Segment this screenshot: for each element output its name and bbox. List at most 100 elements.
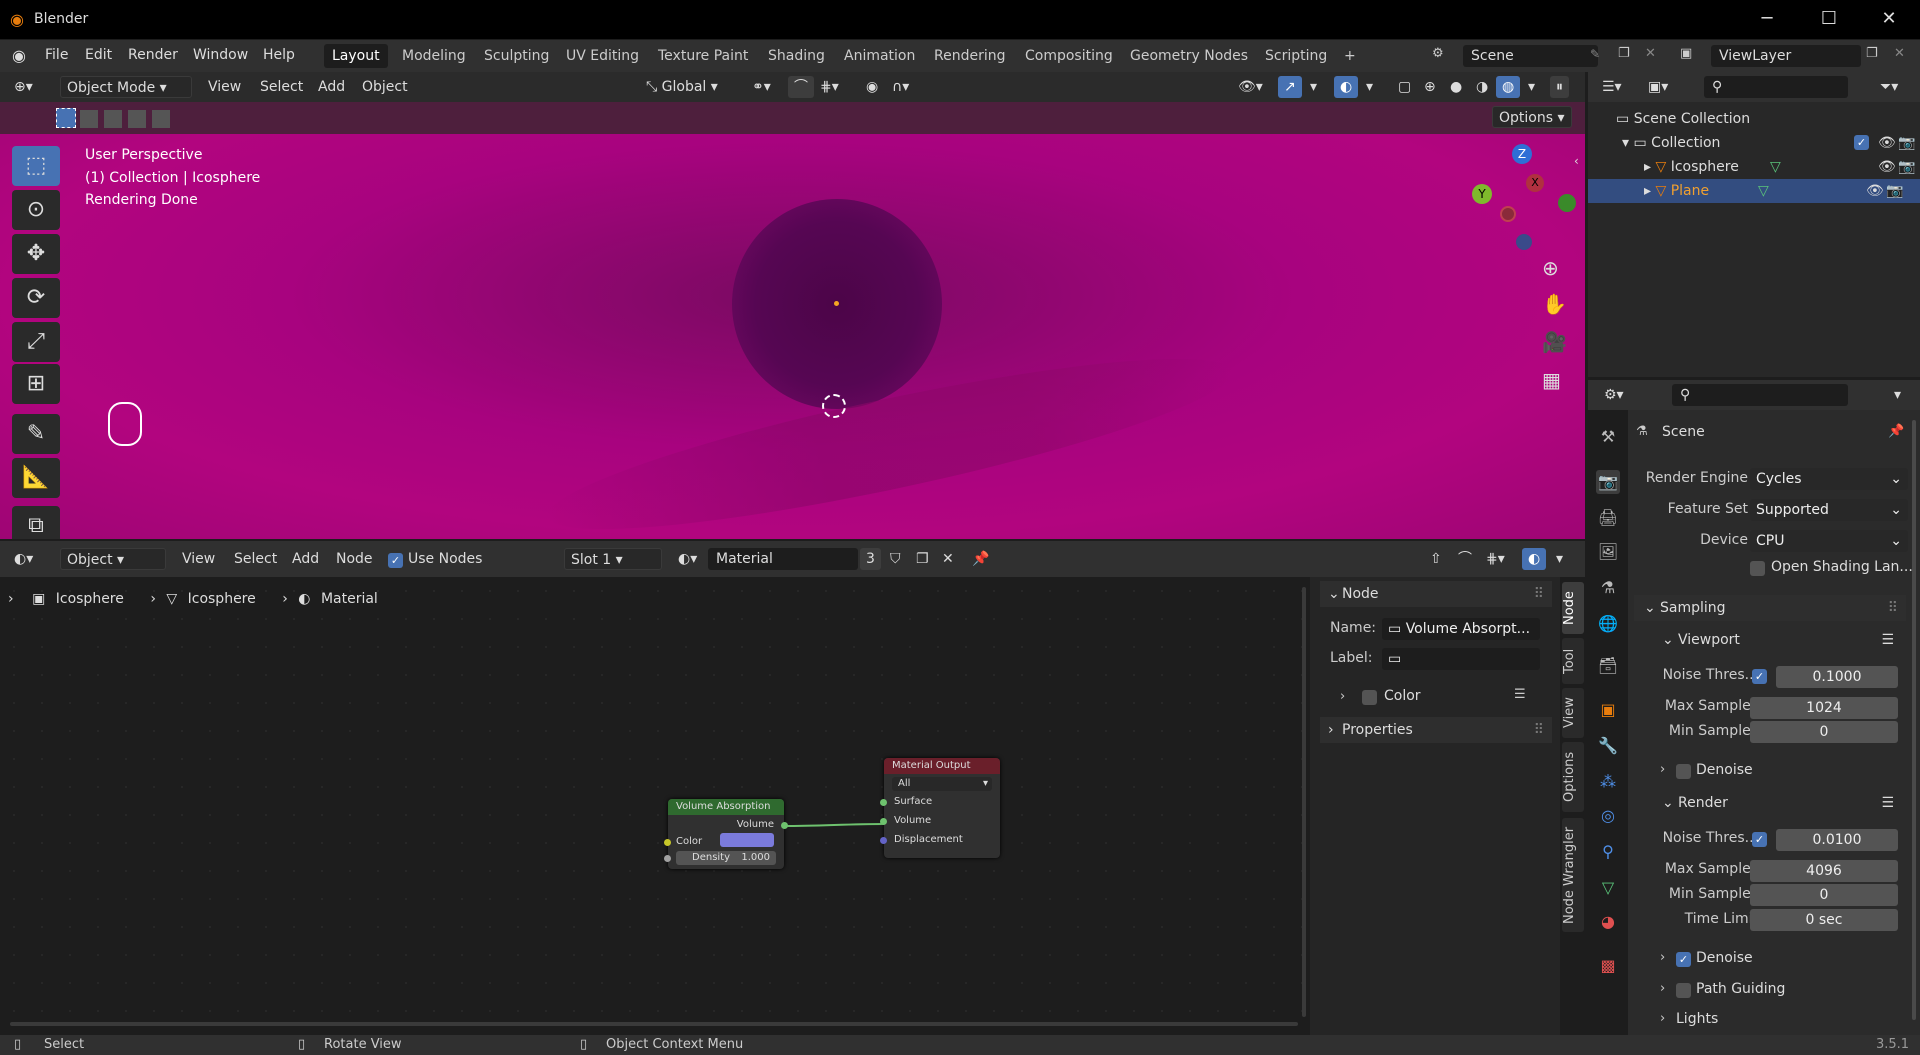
select-new-icon[interactable] bbox=[56, 108, 76, 128]
snap-icon[interactable]: ⌒ bbox=[788, 76, 814, 98]
scene-collection-row[interactable]: ▭ Scene Collection bbox=[1616, 107, 1750, 131]
falloff-icon[interactable]: ∩▾ bbox=[886, 76, 915, 98]
drag-handle-icon[interactable]: ⠿ bbox=[1534, 581, 1544, 607]
expand-icon[interactable]: ▾ bbox=[1622, 135, 1633, 151]
properties-options-icon[interactable]: ▾ bbox=[1888, 384, 1907, 406]
constraints-props-icon[interactable]: ⚲ bbox=[1596, 840, 1620, 864]
tool-props-icon[interactable]: ⚒ bbox=[1596, 425, 1620, 449]
rotate-tool[interactable]: ⟳ bbox=[12, 278, 60, 318]
viewlayer-icon[interactable]: ▣ bbox=[1680, 46, 1692, 61]
pause-render-icon[interactable]: ⏸ bbox=[1550, 76, 1569, 98]
eye-icon[interactable]: 👁 bbox=[1878, 155, 1896, 179]
color-presets-icon[interactable]: ☰ bbox=[1514, 687, 1526, 702]
tab-tool[interactable]: Tool bbox=[1562, 638, 1584, 684]
render-props-icon[interactable]: 📷 bbox=[1596, 470, 1620, 494]
chevron-right-icon[interactable]: › bbox=[1660, 950, 1665, 965]
displacement-input-socket[interactable] bbox=[880, 837, 887, 844]
volume-output-socket[interactable] bbox=[781, 822, 788, 829]
collection-props-icon[interactable]: 🗃 bbox=[1596, 654, 1620, 678]
vp-min-samples-field[interactable]: 0 bbox=[1750, 721, 1898, 743]
mesh-data-icon[interactable]: ▽ bbox=[1758, 179, 1769, 203]
filter-icon[interactable]: ⏷▾ bbox=[1874, 76, 1904, 98]
gizmo-neg-y[interactable] bbox=[1558, 194, 1576, 212]
r-denoise-checkbox[interactable]: ✓ bbox=[1676, 952, 1691, 967]
r-max-samples-field[interactable]: 4096 bbox=[1750, 860, 1898, 882]
render-subsection-header[interactable]: ⌄ Render ☰ bbox=[1656, 790, 1906, 816]
proportional-edit-icon[interactable]: ◉ bbox=[860, 76, 884, 98]
menu-file[interactable]: File bbox=[45, 47, 68, 63]
gizmo-dropdown-icon[interactable]: ▾ bbox=[1304, 76, 1323, 98]
scene-props-icon[interactable]: ⚗ bbox=[1596, 576, 1620, 600]
node-menu-add[interactable]: Add bbox=[286, 548, 325, 570]
sampling-section-header[interactable]: ⌄ Sampling ⠿ bbox=[1634, 595, 1906, 621]
delete-viewlayer-icon[interactable]: ✕ bbox=[1894, 46, 1905, 61]
shading-solid-icon[interactable]: ● bbox=[1444, 76, 1468, 98]
object-props-icon[interactable]: ▣ bbox=[1596, 698, 1620, 722]
annotate-tool[interactable]: ✎ bbox=[12, 414, 60, 454]
node-overlay-icon[interactable]: ◐ bbox=[1522, 548, 1547, 570]
outliner-type-icon[interactable]: ☰▾ bbox=[1596, 76, 1628, 98]
camera-icon[interactable]: 📷 bbox=[1886, 179, 1903, 203]
material-output-node[interactable]: Material Output All ▾ Surface Volume Disp… bbox=[880, 758, 1000, 858]
transform-tool[interactable]: ⊞ bbox=[12, 364, 60, 404]
scale-tool[interactable]: ⤢ bbox=[12, 322, 60, 362]
particles-props-icon[interactable]: ⁂ bbox=[1596, 770, 1620, 794]
tab-rendering[interactable]: Rendering bbox=[926, 44, 1014, 68]
3d-viewport[interactable]: User Perspective (1) Collection | Icosph… bbox=[0, 134, 1585, 539]
volume-absorption-header[interactable]: Volume Absorption bbox=[668, 799, 784, 815]
move-tool[interactable]: ✥ bbox=[12, 234, 60, 274]
output-props-icon[interactable]: 🖨 bbox=[1596, 506, 1620, 530]
select-invert-icon[interactable] bbox=[128, 110, 146, 128]
overlay-dropdown-icon[interactable]: ▾ bbox=[1360, 76, 1379, 98]
world-props-icon[interactable]: 🌐 bbox=[1596, 612, 1620, 636]
select-subtract-icon[interactable] bbox=[104, 110, 122, 128]
properties-scrollbar[interactable] bbox=[1912, 420, 1916, 1020]
vp-denoise-checkbox[interactable] bbox=[1676, 764, 1691, 779]
eye-icon[interactable]: 👁 bbox=[1866, 179, 1884, 203]
viewlayer-name-field[interactable]: ViewLayer bbox=[1711, 45, 1861, 67]
pivot-icon[interactable]: ⚭▾ bbox=[746, 76, 777, 98]
gizmo-x-axis[interactable]: X bbox=[1526, 174, 1544, 192]
menu-render[interactable]: Render bbox=[128, 47, 178, 63]
editor-type-icon[interactable]: ⊕▾ bbox=[8, 76, 39, 98]
parent-node-tree-icon[interactable]: ⇧ bbox=[1424, 548, 1448, 570]
modifier-props-icon[interactable]: 🔧 bbox=[1596, 734, 1620, 758]
data-props-icon[interactable]: ▽ bbox=[1596, 876, 1620, 900]
icosphere-row[interactable]: ▸ ▽ Icosphere ▽ 👁 📷 bbox=[1644, 155, 1915, 179]
r-noise-checkbox[interactable]: ✓ bbox=[1752, 832, 1767, 847]
select-intersect-icon[interactable] bbox=[152, 110, 170, 128]
3d-cursor[interactable] bbox=[822, 394, 846, 418]
new-scene-icon[interactable]: ❐ bbox=[1618, 46, 1630, 61]
menu-object[interactable]: Object bbox=[356, 76, 414, 98]
mode-dropdown[interactable]: Object Mode ▾ bbox=[60, 76, 192, 98]
menu-help[interactable]: Help bbox=[263, 47, 295, 63]
node-label-field[interactable]: ▭ bbox=[1382, 648, 1540, 670]
tab-shading[interactable]: Shading bbox=[760, 44, 833, 68]
presets-icon[interactable]: ☰ bbox=[1881, 627, 1894, 653]
path-guiding-checkbox[interactable] bbox=[1676, 983, 1691, 998]
chevron-right-icon[interactable]: › bbox=[1660, 981, 1665, 996]
gizmo-neg-x[interactable] bbox=[1500, 206, 1516, 222]
add-workspace-button[interactable]: + bbox=[1336, 44, 1364, 68]
tab-modeling[interactable]: Modeling bbox=[394, 44, 474, 68]
shading-dropdown-icon[interactable]: ▾ bbox=[1522, 76, 1541, 98]
select-box-tool[interactable]: ⬚ bbox=[12, 146, 60, 186]
feature-set-dropdown[interactable]: Supported ⌄ bbox=[1750, 499, 1908, 521]
shader-type-dropdown[interactable]: Object ▾ bbox=[60, 548, 166, 570]
new-viewlayer-icon[interactable]: ❐ bbox=[1866, 46, 1878, 61]
duplicate-material-icon[interactable]: ❐ bbox=[910, 548, 935, 570]
tab-texture-paint[interactable]: Texture Paint bbox=[650, 44, 756, 68]
menu-window[interactable]: Window bbox=[193, 47, 248, 63]
delete-scene-icon[interactable]: ✕ bbox=[1645, 46, 1656, 61]
volume-input-socket[interactable] bbox=[880, 818, 887, 825]
pan-hand-icon[interactable]: ✋ bbox=[1542, 292, 1567, 316]
scene-name-field[interactable]: Scene bbox=[1463, 45, 1598, 67]
tab-geometry-nodes[interactable]: Geometry Nodes bbox=[1122, 44, 1256, 68]
node-editor-canvas[interactable]: › ▣ Icosphere › ▽ Icosphere › ◐ Material… bbox=[0, 577, 1310, 1035]
menu-view[interactable]: View bbox=[202, 76, 247, 98]
device-dropdown[interactable]: CPU ⌄ bbox=[1750, 530, 1908, 552]
outliner-search-input[interactable]: ⚲ bbox=[1704, 76, 1848, 98]
add-cube-tool[interactable]: ⧉ bbox=[12, 506, 60, 539]
minimize-button[interactable]: ─ bbox=[1744, 6, 1790, 32]
target-dropdown[interactable]: All ▾ bbox=[892, 777, 992, 791]
